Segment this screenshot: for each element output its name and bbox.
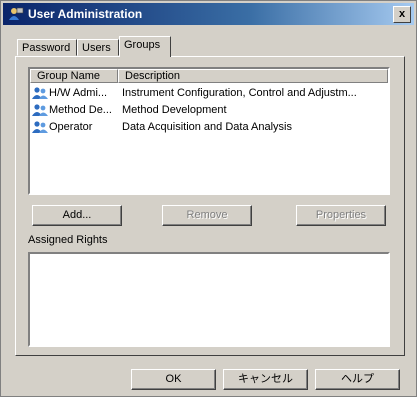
properties-button[interactable]: Properties — [296, 205, 386, 226]
users-group-icon — [32, 104, 48, 117]
ok-button-label: OK — [165, 373, 182, 385]
tab-password[interactable]: Password — [17, 39, 77, 56]
add-button-label: Add... — [62, 209, 92, 221]
list-item[interactable]: Operator Data Acquisition and Data Analy… — [30, 119, 388, 136]
column-label: Group Name — [37, 70, 100, 82]
help-button[interactable]: ヘルプ — [315, 369, 400, 390]
list-item[interactable]: H/W Admi... Instrument Configuration, Co… — [30, 85, 388, 102]
group-description: Instrument Configuration, Control and Ad… — [122, 87, 357, 99]
users-group-icon — [32, 121, 48, 134]
column-header-group-name[interactable]: Group Name — [30, 69, 118, 83]
properties-button-label: Properties — [315, 209, 367, 221]
tab-groups[interactable]: Groups — [119, 36, 171, 57]
cancel-button-label: キャンセル — [238, 373, 293, 385]
user-admin-icon — [9, 7, 24, 20]
group-name: H/W Admi... — [49, 87, 108, 99]
tab-password-label: Password — [22, 42, 71, 54]
group-description: Method Development — [122, 104, 227, 116]
add-button[interactable]: Add... — [32, 205, 122, 226]
groups-panel: Group Name Description H/W Admi... Instr… — [15, 56, 405, 356]
remove-button-label: Remove — [186, 209, 228, 221]
help-button-label: ヘルプ — [341, 373, 374, 385]
list-item[interactable]: Method De... Method Development — [30, 102, 388, 119]
remove-button[interactable]: Remove — [162, 205, 252, 226]
tab-groups-label: Groups — [124, 39, 161, 51]
users-group-icon — [32, 87, 48, 100]
user-administration-window: User Administration x Password Users Gro… — [0, 0, 417, 397]
groups-list[interactable]: Group Name Description H/W Admi... Instr… — [28, 67, 390, 195]
close-button[interactable]: x — [393, 6, 411, 23]
cancel-button[interactable]: キャンセル — [223, 369, 308, 390]
title-bar[interactable]: User Administration x — [3, 3, 414, 25]
list-header: Group Name Description — [30, 69, 388, 83]
tab-users[interactable]: Users — [77, 39, 119, 56]
window-title: User Administration — [28, 7, 143, 21]
group-name: Operator — [49, 121, 93, 133]
column-header-description[interactable]: Description — [118, 69, 388, 83]
assigned-rights-label: Assigned Rights — [28, 234, 108, 246]
assigned-rights-list[interactable] — [28, 252, 390, 347]
tab-users-label: Users — [82, 42, 111, 54]
group-description: Data Acquisition and Data Analysis — [122, 121, 292, 133]
group-name: Method De... — [49, 104, 112, 116]
column-label: Description — [125, 70, 181, 82]
ok-button[interactable]: OK — [131, 369, 216, 390]
